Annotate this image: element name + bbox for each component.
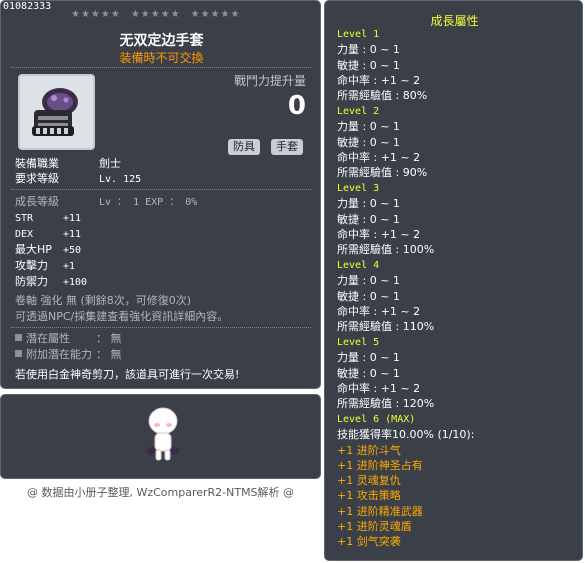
stat-name: 最大HP [15,243,52,256]
level-title: Level 6 (MAX) [337,414,416,425]
stat-row: 最大HP +50 [15,243,81,258]
level-line: 命中率 : +1 ~ 2 [337,150,421,164]
required-level-label: 要求等級 [15,172,59,185]
growth-attributes-panel: 成長屬性 Level 1 力量 : 0 ~ 1 敏捷 : 0 ~ 1 命中率 :… [324,0,583,561]
divider [11,189,311,190]
character-avatar-icon [147,407,179,461]
skill-line: +1 进阶神圣占有 [337,458,423,472]
stat-value: +100 [63,277,88,288]
growth-level-block: Level 4 力量 : 0 ~ 1 敏捷 : 0 ~ 1 命中率 : +1 ~… [337,258,434,334]
trade-note: 装備時不可交換 [119,51,204,65]
skill-line: +1 灵魂复仇 [337,474,401,488]
star-group-1: ★★★★★ [71,9,121,20]
skill-line: +1 进阶斗气 [337,443,401,457]
level-title: Level 2 [337,106,380,117]
stat-name: 防禦力 [15,275,48,288]
stat-name: STR [15,213,34,224]
additional-potential-value: ： 無 [96,348,122,361]
bullet-icon [15,350,22,357]
power-increase-value: 0 [287,91,306,121]
level-line: 所需經驗值 : 90% [337,166,428,180]
level-line: 命中率 : +1 ~ 2 [337,73,421,87]
star-force-row: ★★★★★ ★★★★★ ★★★★★ [71,9,250,20]
level-line: 所需經驗值 : 100% [337,243,435,257]
skill-rate-line: 技能獲得率10.00% (1/10): [337,428,475,442]
stat-name: 攻擊力 [15,259,48,272]
item-tooltip: 01082333 ★★★★★ ★★★★★ ★★★★★ 无双定边手套 装備時不可交換 … [0,0,321,389]
divider [11,327,311,328]
growth-level-block: Level 3 力量 : 0 ~ 1 敏捷 : 0 ~ 1 命中率 : +1 ~… [337,181,434,257]
skill-line: +1 进阶精准武器 [337,504,423,518]
skill-line: +1 攻击策略 [337,489,401,503]
growth-level-block: Level 5 力量 : 0 ~ 1 敏捷 : 0 ~ 1 命中率 : +1 ~… [337,335,434,411]
level-line: 所需經驗值 : 110% [337,320,435,334]
stat-row: DEX +11 [15,227,81,242]
growth-level-value: Lv ： 1 EXP ： 0% [99,197,198,208]
stat-value: +1 [63,261,76,272]
trade-hint: 若使用白金神奇剪刀，該道具可進行一次交易! [15,368,240,381]
star-group-2: ★★★★★ [130,9,181,20]
divider [11,67,311,68]
required-level-row: 要求等級 Lv. 125 [15,172,141,187]
potential-value: ： 無 [96,332,122,345]
level-line: 力量 : 0 ~ 1 [337,43,400,57]
level-title: Level 5 [337,337,380,348]
stat-row: 防禦力 +100 [15,275,87,290]
level-line: 命中率 : +1 ~ 2 [337,227,421,241]
additional-potential-label: 附加潛在能力 [26,348,92,361]
growth-level-block: Level 1 力量 : 0 ~ 1 敏捷 : 0 ~ 1 命中率 : +1 ~… [337,27,427,103]
star-group-3: ★★★★★ [190,9,241,20]
level-line: 敏捷 : 0 ~ 1 [337,58,400,72]
level-title: Level 4 [337,260,380,271]
item-id: 01082333 [3,1,52,12]
enhance-hint: 可透過NPC/採集建查看強化資訊詳細內容。 [15,310,229,323]
level-line: 力量 : 0 ~ 1 [337,197,400,211]
enhance-info: 卷軸 強化 無 (剩餘8次，可修復0次) [15,294,192,307]
level-line: 所需經驗值 : 120% [337,397,435,411]
power-increase-label: 戰鬥力提升量 [233,74,306,88]
level-line: 敏捷 : 0 ~ 1 [337,212,400,226]
gauntlet-icon [32,88,78,136]
required-job-label: 裝備職業 [15,157,59,170]
item-name: 无双定边手套 [119,33,204,49]
level-line: 命中率 : +1 ~ 2 [337,304,421,318]
level-line: 力量 : 0 ~ 1 [337,274,400,288]
required-job-row: 裝備職業 劍士 [15,157,121,171]
stat-row: 攻擊力 +1 [15,259,75,274]
level-title: Level 3 [337,183,380,194]
level-line: 所需經驗值 : 80% [337,89,428,103]
stat-value: +50 [63,245,82,256]
level-line: 力量 : 0 ~ 1 [337,120,400,134]
stat-row: STR +11 [15,211,81,226]
category-tag-gloves: 手套 [271,139,303,155]
potential-label: 潛在屬性 [26,332,70,345]
level-title: Level 1 [337,29,380,40]
stat-name: DEX [15,229,34,240]
skill-line: +1 进阶灵魂盾 [337,520,412,534]
stat-value: +11 [63,229,82,240]
additional-potential-row: 附加潛在能力 ： 無 [15,348,122,362]
avatar-preview-panel [0,394,321,479]
required-level-value: Lv. 125 [99,174,142,185]
skill-line: +1 剑气突袭 [337,535,401,549]
required-job-value: 劍士 [99,157,121,170]
bullet-icon [15,334,22,341]
level-line: 命中率 : +1 ~ 2 [337,381,421,395]
item-icon-box [18,74,95,150]
growth-level-label: 成長等級 [15,195,59,208]
potential-row: 潛在屬性 ： 無 [15,332,122,346]
growth-level-block: Level 2 力量 : 0 ~ 1 敏捷 : 0 ~ 1 命中率 : +1 ~… [337,104,427,180]
credit-footer: @ 数据由小册子整理, WzComparerR2-NTMS解析 @ [26,486,295,499]
stat-value: +11 [63,213,82,224]
category-tag-armor: 防具 [228,139,260,155]
level-line: 敏捷 : 0 ~ 1 [337,289,400,303]
growth-level-max-block: Level 6 (MAX) 技能獲得率10.00% (1/10): +1 进阶斗… [337,412,474,550]
level-line: 敏捷 : 0 ~ 1 [337,366,400,380]
growth-level-row: 成長等級 Lv ： 1 EXP ： 0% [15,195,197,210]
level-line: 敏捷 : 0 ~ 1 [337,135,400,149]
level-line: 力量 : 0 ~ 1 [337,351,400,365]
